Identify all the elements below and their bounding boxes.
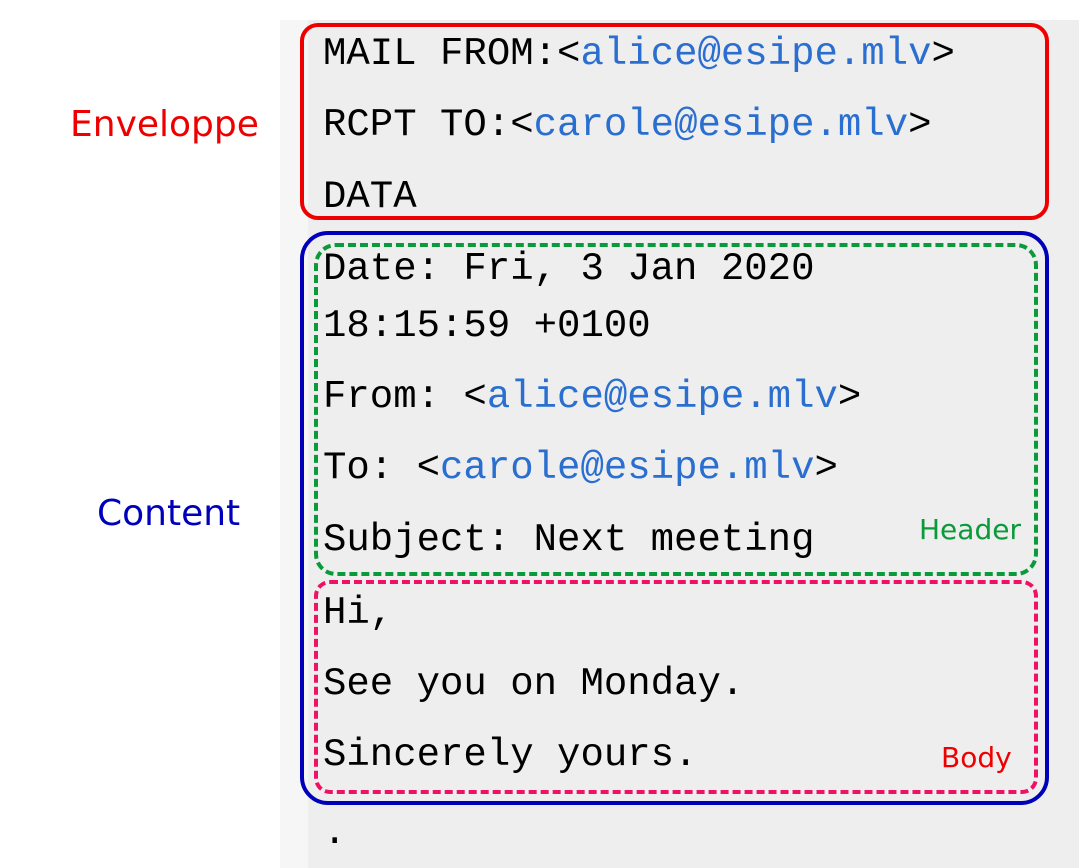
to-address: carole@esipe.mlv (440, 446, 815, 490)
header-tag: Header (919, 513, 1021, 546)
body-tag: Body (941, 741, 1012, 774)
date-time-line: 18:15:59 +0100 (323, 304, 651, 348)
mail-from-prefix: MAIL FROM:< (323, 32, 581, 76)
terminator-line: . (323, 811, 347, 855)
mail-from-address: alice@esipe.mlv (580, 32, 932, 76)
rcpt-to-line: RCPT TO:<carole@esipe.mlv> (323, 106, 932, 145)
to-suffix: > (814, 446, 838, 490)
from-suffix: > (837, 375, 862, 419)
rcpt-to-prefix: RCPT TO:< (323, 103, 534, 147)
mail-from-line: MAIL FROM:<alice@esipe.mlv> (323, 35, 955, 74)
rcpt-to-suffix: > (908, 103, 932, 147)
rcpt-to-address: carole@esipe.mlv (533, 103, 909, 147)
envelope-label: Enveloppe (70, 104, 259, 145)
from-line: From: <alice@esipe.mlv> (323, 378, 861, 417)
body-line-2: See you on Monday. (323, 662, 745, 706)
data-line: DATA (323, 175, 417, 219)
mail-from-suffix: > (931, 32, 955, 76)
to-line: To: <carole@esipe.mlv> (323, 449, 838, 488)
content-label: Content (97, 493, 241, 534)
date-line: Date: Fri, 3 Jan 2020 (323, 247, 815, 291)
subject-line: Subject: Next meeting (323, 518, 815, 562)
from-prefix: From: < (323, 375, 487, 419)
from-address: alice@esipe.mlv (486, 375, 838, 419)
to-prefix: To: < (323, 446, 441, 490)
body-line-3: Sincerely yours. (323, 733, 698, 777)
body-line-1: Hi, (323, 591, 394, 635)
